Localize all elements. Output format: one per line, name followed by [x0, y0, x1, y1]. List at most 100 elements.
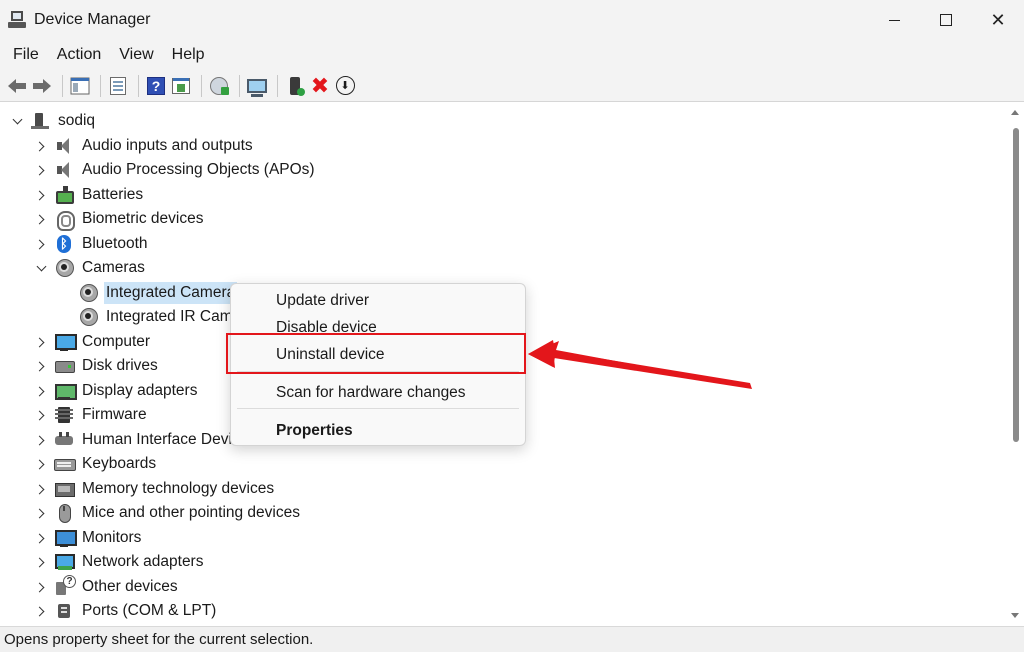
- tree-item-label: Monitors: [82, 529, 142, 546]
- tree-item-label: Firmware: [82, 406, 147, 423]
- chevron-right-icon[interactable]: [34, 506, 48, 520]
- tree-item-label: Display adapters: [82, 382, 198, 399]
- tree-item-audio-inputs[interactable]: Audio inputs and outputs: [34, 134, 255, 158]
- chevron-right-icon[interactable]: [34, 237, 48, 251]
- chevron-right-icon[interactable]: [34, 139, 48, 153]
- tree-item-label: Audio inputs and outputs: [82, 137, 253, 154]
- tree-item-network[interactable]: Network adapters: [34, 550, 205, 574]
- tree-item-label: Audio Processing Objects (APOs): [82, 161, 315, 178]
- tree-item-biometric[interactable]: Biometric devices: [34, 207, 205, 231]
- tree-item-label: Human Interface Devic: [82, 431, 240, 448]
- tree-item-other[interactable]: Other devices: [34, 575, 180, 599]
- chevron-right-icon[interactable]: [34, 212, 48, 226]
- minimize-button[interactable]: [868, 0, 920, 40]
- context-menu-scan-hardware[interactable]: Scan for hardware changes: [276, 384, 466, 402]
- scroll-thumb[interactable]: [1013, 128, 1019, 442]
- back-button[interactable]: [6, 75, 28, 97]
- tree-item-memory[interactable]: Memory technology devices: [34, 477, 276, 501]
- other-device-icon: [54, 575, 76, 597]
- chevron-right-icon[interactable]: [34, 580, 48, 594]
- menu-help[interactable]: Help: [163, 46, 214, 64]
- tree-item-keyboards[interactable]: Keyboards: [34, 452, 158, 476]
- properties-button[interactable]: [170, 75, 192, 97]
- add-driver-button[interactable]: [284, 75, 306, 97]
- context-menu-update-driver[interactable]: Update driver: [276, 292, 369, 310]
- tree-root[interactable]: sodiq: [10, 109, 97, 133]
- scroll-down-arrow-icon[interactable]: [1011, 613, 1019, 618]
- annotation-highlight-box: [226, 333, 526, 374]
- scroll-up-arrow-icon[interactable]: [1011, 110, 1019, 115]
- scan-hardware-button[interactable]: [208, 75, 230, 97]
- properties-icon: [172, 77, 190, 94]
- toolbar-separator: [277, 74, 278, 97]
- back-arrow-icon: [8, 78, 26, 93]
- console-tree-button[interactable]: [69, 75, 91, 97]
- tree-item-integrated-camera[interactable]: Integrated Camera: [72, 281, 238, 305]
- tree-item-disk-drives[interactable]: Disk drives: [34, 354, 160, 378]
- show-hide-console-tree-icon: [70, 77, 90, 94]
- properties-list-button[interactable]: [107, 75, 129, 97]
- toolbar-separator: [239, 74, 240, 97]
- hid-icon: [54, 430, 74, 450]
- monitor-button[interactable]: [246, 75, 268, 97]
- tree-item-hid[interactable]: Human Interface Devic: [34, 428, 242, 452]
- toolbar-separator: [138, 74, 139, 97]
- chevron-right-icon[interactable]: [34, 531, 48, 545]
- vertical-scrollbar[interactable]: [1006, 104, 1024, 624]
- chevron-right-icon[interactable]: [34, 335, 48, 349]
- tree-item-batteries[interactable]: Batteries: [34, 183, 145, 207]
- tree-item-computer[interactable]: Computer: [34, 330, 152, 354]
- close-button[interactable]: ✕: [972, 0, 1024, 40]
- tree-item-label: Bluetooth: [82, 235, 148, 252]
- status-text: Opens property sheet for the current sel…: [4, 631, 314, 648]
- chevron-right-icon[interactable]: [34, 457, 48, 471]
- chevron-right-icon[interactable]: [34, 555, 48, 569]
- chevron-right-icon[interactable]: [34, 384, 48, 398]
- tree-item-bluetooth[interactable]: Bluetooth: [34, 232, 150, 256]
- tree-item-display-adapters[interactable]: Display adapters: [34, 379, 199, 403]
- forward-button[interactable]: [31, 75, 53, 97]
- computer-icon: [54, 332, 77, 352]
- download-driver-button[interactable]: ⬇: [334, 75, 356, 97]
- status-bar: Opens property sheet for the current sel…: [0, 626, 1024, 652]
- context-menu-properties[interactable]: Properties: [276, 422, 353, 440]
- window-title: Device Manager: [34, 11, 151, 28]
- chevron-right-icon[interactable]: [34, 188, 48, 202]
- chevron-right-icon[interactable]: [34, 163, 48, 177]
- mouse-icon: [54, 503, 74, 523]
- minimize-icon: [888, 19, 900, 21]
- forward-arrow-icon: [33, 78, 51, 93]
- tree-item-label: Memory technology devices: [82, 480, 275, 497]
- tree-item-cameras[interactable]: Cameras: [34, 256, 147, 280]
- toolbar-separator: [62, 74, 63, 97]
- maximize-button[interactable]: [920, 0, 972, 40]
- toolbar: ? ✖ ⬇: [0, 70, 1024, 102]
- help-button[interactable]: ?: [145, 75, 167, 97]
- tree-item-ports[interactable]: Ports (COM & LPT): [34, 599, 218, 623]
- menu-action[interactable]: Action: [48, 46, 110, 64]
- chevron-down-icon[interactable]: [34, 261, 48, 275]
- tree-item-monitors[interactable]: Monitors: [34, 526, 143, 550]
- tree-item-firmware[interactable]: Firmware: [34, 403, 149, 427]
- uninstall-button[interactable]: ✖: [309, 72, 331, 98]
- chevron-down-icon[interactable]: [10, 114, 24, 128]
- menu-file[interactable]: File: [4, 46, 48, 64]
- chevron-right-icon[interactable]: [34, 359, 48, 373]
- device-manager-app-icon: [8, 11, 26, 29]
- tree-item-apos[interactable]: Audio Processing Objects (APOs): [34, 158, 317, 182]
- menu-view[interactable]: View: [110, 46, 162, 64]
- tree-item-integrated-ir-camera[interactable]: Integrated IR Came: [72, 305, 243, 329]
- tree-item-mice[interactable]: Mice and other pointing devices: [34, 501, 302, 525]
- download-driver-icon: ⬇: [335, 76, 355, 95]
- tree-root-label: sodiq: [58, 112, 96, 129]
- chevron-right-icon[interactable]: [34, 408, 48, 422]
- window-controls: ✕: [868, 0, 1024, 40]
- tree-item-label: Keyboards: [82, 455, 157, 472]
- uninstall-x-icon: ✖: [310, 72, 330, 98]
- ports-icon: [54, 601, 74, 621]
- chevron-right-icon[interactable]: [34, 482, 48, 496]
- chevron-right-icon[interactable]: [34, 604, 48, 618]
- memory-icon: [54, 479, 75, 499]
- chevron-right-icon[interactable]: [34, 433, 48, 447]
- network-icon: [54, 552, 75, 572]
